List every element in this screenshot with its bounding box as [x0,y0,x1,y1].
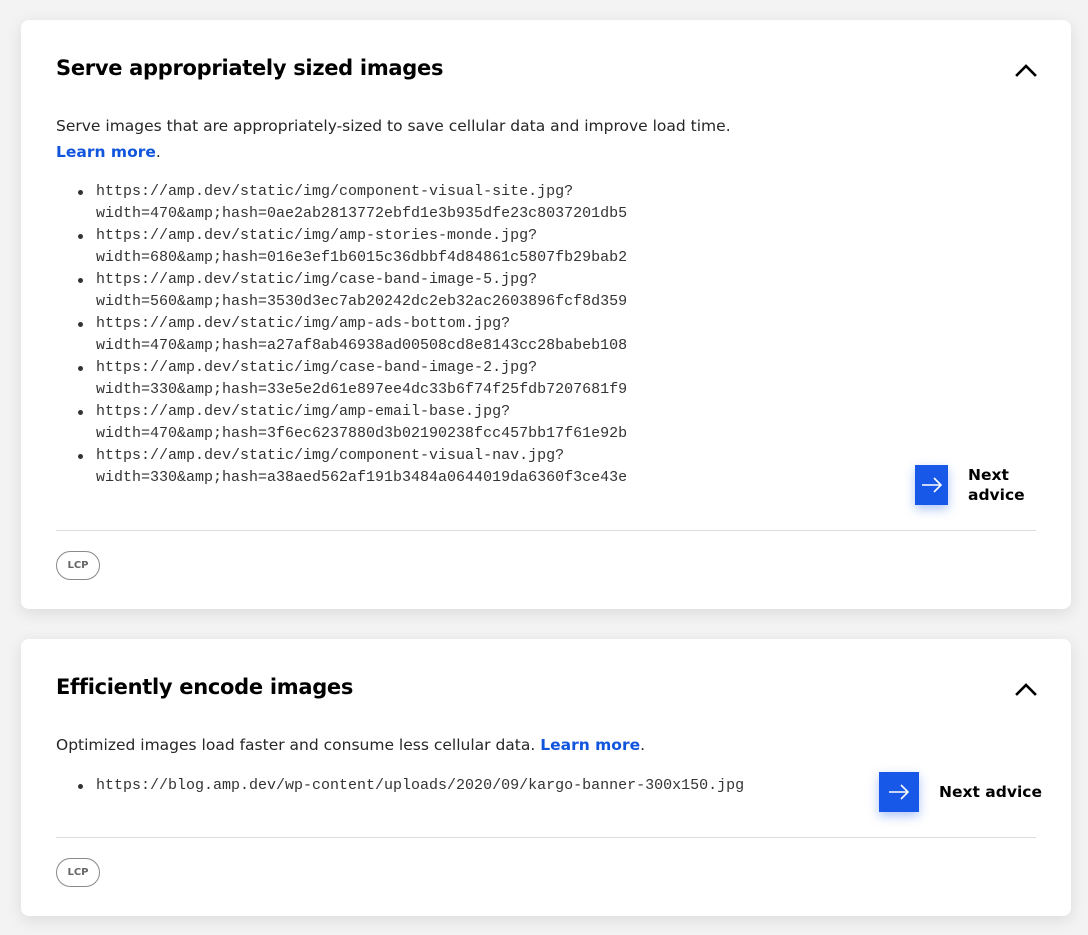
url-line-2: width=330&amp;hash=a38aed562af191b3484a0… [96,469,628,486]
bullet-icon [78,454,83,459]
list-item: https://amp.dev/static/img/component-vis… [77,445,717,489]
url-line-1: https://amp.dev/static/img/amp-stories-m… [96,227,538,244]
url-line-1: https://amp.dev/static/img/amp-ads-botto… [96,315,511,332]
arrow-right-icon[interactable] [915,465,948,505]
url-line-1: https://amp.dev/static/img/amp-email-bas… [96,403,511,420]
metric-tag-lcp: LCP [56,551,100,580]
url-line-2: width=470&amp;hash=3f6ec6237880d3b021902… [96,425,628,442]
url-line-1: https://blog.amp.dev/wp-content/uploads/… [96,777,745,794]
bullet-icon [78,190,83,195]
description-trailing: . [640,736,646,754]
bullet-icon [78,410,83,415]
list-item: https://amp.dev/static/img/case-band-ima… [77,269,717,313]
url-line-1: https://amp.dev/static/img/component-vis… [96,447,565,464]
next-advice-button[interactable]: Next advice [879,772,1042,812]
url-line-1: https://amp.dev/static/img/case-band-ima… [96,359,538,376]
next-advice-button[interactable]: Next advice [915,465,1038,505]
resource-url-list: https://blog.amp.dev/wp-content/uploads/… [77,775,837,797]
divider [56,530,1036,531]
next-advice-label[interactable]: Next advice [968,465,1038,505]
list-item: https://amp.dev/static/img/amp-ads-botto… [77,313,717,357]
advice-card-serve-sized-images: Serve appropriately sized images Serve i… [21,20,1071,609]
list-item: https://amp.dev/static/img/amp-email-bas… [77,401,717,445]
url-line-2: width=330&amp;hash=33e5e2d61e897ee4dc33b… [96,381,628,398]
description-text: Optimized images load faster and consume… [56,736,541,754]
card-description: Optimized images load faster and consume… [56,732,816,758]
bullet-icon [78,278,83,283]
url-line-2: width=470&amp;hash=0ae2ab2813772ebfd1e3b… [96,205,628,222]
url-line-2: width=560&amp;hash=3530d3ec7ab20242dc2eb… [96,293,628,310]
divider [56,837,1036,838]
arrow-right-icon[interactable] [879,772,919,812]
chevron-up-icon[interactable] [1014,58,1038,82]
list-item: https://amp.dev/static/img/case-band-ima… [77,357,717,401]
url-line-1: https://amp.dev/static/img/case-band-ima… [96,271,538,288]
description-text: Serve images that are appropriately-size… [56,117,731,135]
url-line-2: width=680&amp;hash=016e3ef1b6015c36dbbf4… [96,249,628,266]
list-item: https://blog.amp.dev/wp-content/uploads/… [77,775,837,797]
card-description: Serve images that are appropriately-size… [56,113,776,165]
url-line-1: https://amp.dev/static/img/component-vis… [96,183,574,200]
learn-more-link[interactable]: Learn more [540,736,640,754]
metric-tag-lcp: LCP [56,858,100,887]
advice-card-encode-images: Efficiently encode images Optimized imag… [21,639,1071,916]
learn-more-link[interactable]: Learn more [56,143,156,161]
chevron-up-icon[interactable] [1014,677,1038,701]
bullet-icon [78,784,83,789]
list-item: https://amp.dev/static/img/component-vis… [77,181,717,225]
card-title: Efficiently encode images [56,675,354,699]
bullet-icon [78,234,83,239]
description-trailing: . [155,143,161,161]
card-title: Serve appropriately sized images [56,56,444,80]
resource-url-list: https://amp.dev/static/img/component-vis… [77,181,717,489]
bullet-icon [78,322,83,327]
next-advice-label[interactable]: Next advice [939,782,1042,802]
url-line-2: width=470&amp;hash=a27af8ab46938ad00508c… [96,337,628,354]
list-item: https://amp.dev/static/img/amp-stories-m… [77,225,717,269]
bullet-icon [78,366,83,371]
